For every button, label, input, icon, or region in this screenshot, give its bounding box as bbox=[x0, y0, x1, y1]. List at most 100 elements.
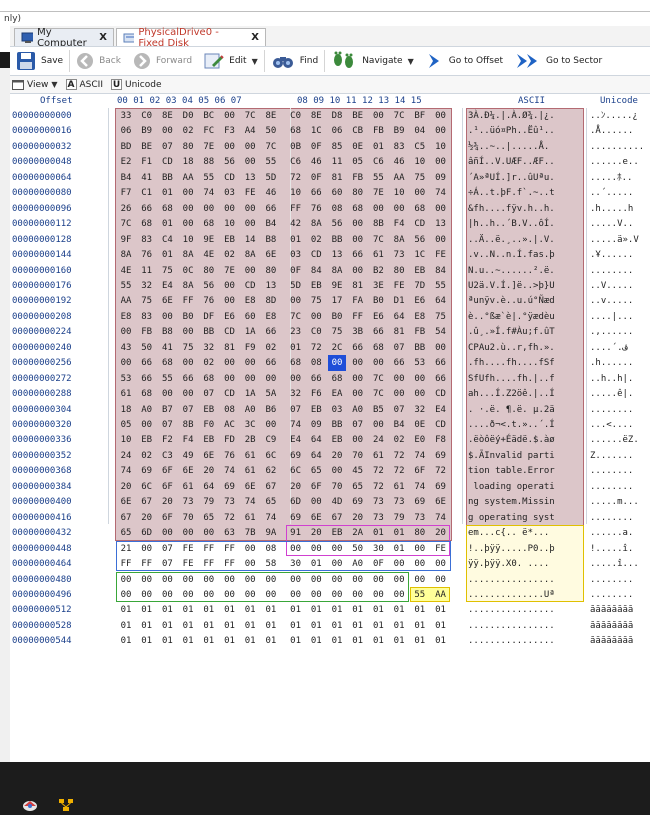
hex-byte[interactable]: 6F bbox=[158, 510, 176, 526]
hex-byte[interactable]: 07 bbox=[390, 340, 408, 356]
hex-byte[interactable]: 61 bbox=[241, 463, 259, 479]
hex-byte[interactable]: 68 bbox=[287, 123, 305, 139]
hex-byte[interactable]: 8A bbox=[179, 247, 197, 263]
hex-byte[interactable]: 10 bbox=[221, 216, 239, 232]
hex-byte[interactable]: 75 bbox=[158, 263, 176, 279]
hex-byte[interactable]: 6E bbox=[158, 293, 176, 309]
ascii-text[interactable]: .fh....fh....fSf bbox=[468, 355, 555, 371]
hex-byte[interactable]: 8A bbox=[307, 216, 325, 232]
hex-byte[interactable]: 5A bbox=[262, 386, 280, 402]
hex-byte[interactable]: F4 bbox=[179, 432, 197, 448]
hex-byte[interactable]: 00 bbox=[390, 201, 408, 217]
hex-byte[interactable]: CD bbox=[221, 324, 239, 340]
hex-byte[interactable]: 69 bbox=[221, 479, 239, 495]
hex-byte[interactable]: 66 bbox=[369, 324, 387, 340]
hex-byte[interactable]: 20 bbox=[287, 479, 305, 495]
hex-byte[interactable]: 9F bbox=[117, 232, 135, 248]
hex-byte[interactable]: 3B bbox=[349, 324, 367, 340]
hex-byte[interactable]: CD bbox=[432, 417, 450, 433]
hex-byte[interactable]: 00 bbox=[328, 541, 346, 557]
hex-byte[interactable]: 01 bbox=[369, 525, 387, 541]
unicode-text[interactable]: .h...... bbox=[590, 355, 639, 371]
hex-byte[interactable]: 00 bbox=[221, 355, 239, 371]
hex-byte[interactable]: 73 bbox=[369, 494, 387, 510]
hex-byte[interactable]: B4 bbox=[117, 170, 135, 186]
hex-byte[interactable]: A0 bbox=[349, 556, 367, 572]
hex-byte[interactable]: 10 bbox=[179, 232, 197, 248]
hex-byte[interactable]: 83 bbox=[138, 232, 156, 248]
hex-byte[interactable]: EB bbox=[138, 432, 156, 448]
hex-byte[interactable]: 84 bbox=[307, 263, 325, 279]
hex-byte[interactable]: 69 bbox=[287, 448, 305, 464]
hex-byte[interactable]: 72 bbox=[307, 340, 325, 356]
hex-byte[interactable]: D0 bbox=[179, 108, 197, 124]
hex-byte[interactable]: 00 bbox=[349, 216, 367, 232]
hex-byte[interactable]: 73 bbox=[221, 494, 239, 510]
hex-byte[interactable]: 54 bbox=[432, 324, 450, 340]
unicode-text[interactable]: .....ä».V bbox=[590, 232, 639, 248]
ascii-text[interactable]: ÿÿ.þÿÿ.X0. .... bbox=[468, 556, 549, 572]
hex-byte[interactable]: 81 bbox=[349, 278, 367, 294]
hex-byte[interactable]: 64 bbox=[307, 448, 325, 464]
hex-byte[interactable]: 10 bbox=[117, 432, 135, 448]
hex-byte[interactable]: 01 bbox=[179, 618, 197, 634]
hex-byte[interactable]: E6 bbox=[221, 309, 239, 325]
hex-byte[interactable]: 66 bbox=[349, 340, 367, 356]
hex-byte[interactable]: 7B bbox=[241, 525, 259, 541]
hex-byte[interactable]: 00 bbox=[328, 556, 346, 572]
hex-byte[interactable]: 7C bbox=[262, 139, 280, 155]
hex-byte[interactable]: EB bbox=[221, 232, 239, 248]
hex-byte[interactable]: 69 bbox=[138, 463, 156, 479]
hex-byte[interactable]: 79 bbox=[200, 494, 218, 510]
hex-byte[interactable]: 01 bbox=[241, 618, 259, 634]
hex-byte[interactable]: 01 bbox=[349, 633, 367, 649]
hex-byte[interactable]: 13 bbox=[432, 216, 450, 232]
hex-byte[interactable]: 00 bbox=[287, 587, 305, 603]
hex-byte[interactable]: 55 bbox=[200, 170, 218, 186]
hex-byte[interactable]: 5D bbox=[287, 278, 305, 294]
ascii-text[interactable]: ªunÿv.è..u.ú°Ñæd bbox=[468, 293, 555, 309]
hex-byte[interactable]: 72 bbox=[369, 463, 387, 479]
hex-byte[interactable]: 00 bbox=[241, 216, 259, 232]
hex-byte[interactable]: 8D bbox=[262, 293, 280, 309]
hex-byte[interactable]: FF bbox=[221, 556, 239, 572]
hex-byte[interactable]: 8A bbox=[328, 263, 346, 279]
hex-byte[interactable]: 8A bbox=[390, 232, 408, 248]
hex-byte[interactable]: A0 bbox=[349, 402, 367, 418]
hex-byte[interactable]: 01 bbox=[432, 633, 450, 649]
hex-byte[interactable]: 43 bbox=[117, 340, 135, 356]
hex-byte[interactable]: 07 bbox=[349, 417, 367, 433]
hex-byte[interactable]: 00 bbox=[221, 371, 239, 387]
hex-byte[interactable]: 00 bbox=[221, 572, 239, 588]
hex-byte[interactable]: 74 bbox=[117, 463, 135, 479]
hex-byte[interactable]: FE bbox=[179, 541, 197, 557]
hex-byte[interactable]: 7E bbox=[200, 139, 218, 155]
hex-byte[interactable]: 83 bbox=[138, 309, 156, 325]
hex-byte[interactable]: 66 bbox=[138, 371, 156, 387]
hex-byte[interactable]: 20 bbox=[117, 479, 135, 495]
hex-byte[interactable]: 66 bbox=[262, 201, 280, 217]
hex-byte[interactable]: 09 bbox=[307, 417, 325, 433]
hex-byte[interactable]: 00 bbox=[179, 572, 197, 588]
hex-byte[interactable]: 69 bbox=[432, 479, 450, 495]
hex-byte[interactable]: 6E bbox=[117, 494, 135, 510]
hex-byte[interactable]: FD bbox=[221, 432, 239, 448]
hex-byte[interactable]: 46 bbox=[262, 185, 280, 201]
unicode-text[interactable]: ....|... bbox=[590, 309, 633, 325]
hex-byte[interactable]: B6 bbox=[262, 402, 280, 418]
ascii-text[interactable]: 3À.Ð¼.|.À.Ø¾.|¿. bbox=[468, 108, 555, 124]
hex-byte[interactable]: 3C bbox=[241, 417, 259, 433]
unicode-text[interactable]: āāāāāāāā bbox=[590, 602, 633, 618]
hex-byte[interactable]: CD bbox=[221, 170, 239, 186]
hex-byte[interactable]: AA bbox=[179, 170, 197, 186]
hex-byte[interactable]: 66 bbox=[307, 185, 325, 201]
hex-byte[interactable]: 24 bbox=[117, 448, 135, 464]
hex-byte[interactable]: 66 bbox=[349, 247, 367, 263]
hex-byte[interactable]: 00 bbox=[411, 185, 429, 201]
hex-byte[interactable]: D1 bbox=[390, 293, 408, 309]
hex-byte[interactable]: 00 bbox=[241, 355, 259, 371]
unicode-text[interactable]: ........ bbox=[590, 463, 633, 479]
hex-byte[interactable]: 75 bbox=[411, 170, 429, 186]
hex-byte[interactable]: E4 bbox=[158, 278, 176, 294]
unicode-text[interactable]: ........ bbox=[590, 402, 633, 418]
